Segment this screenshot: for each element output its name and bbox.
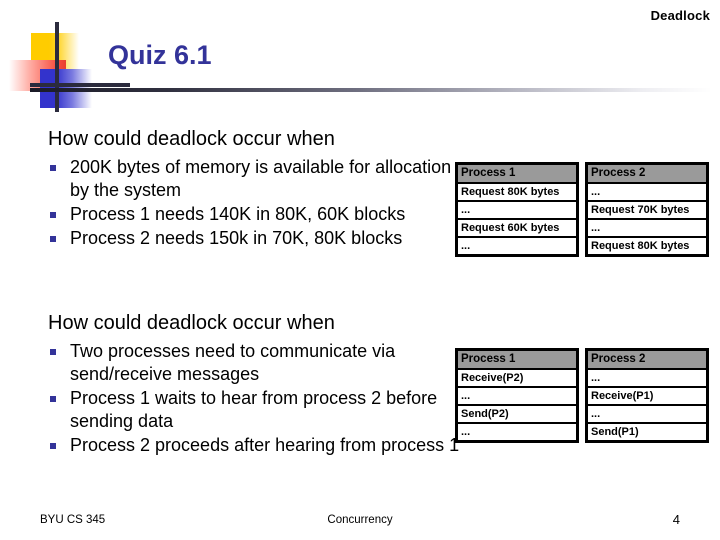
- section-1-bullet-list: 200K bytes of memory is available for al…: [48, 156, 470, 250]
- page-title: Quiz 6.1: [108, 40, 212, 70]
- table-row: ...: [458, 238, 576, 254]
- crosshair-vertical-icon: [55, 22, 59, 112]
- crosshair-horizontal-icon: [30, 83, 130, 87]
- list-item: 200K bytes of memory is available for al…: [48, 156, 470, 202]
- section-2-lead: How could deadlock occur when: [48, 312, 335, 334]
- table-row: Request 80K bytes: [458, 184, 576, 202]
- process-table-2-2: Process 2 ... Receive(P1) ... Send(P1): [585, 348, 709, 443]
- list-item: Process 1 needs 140K in 80K, 60K blocks: [48, 203, 470, 226]
- footer-page-number: 4: [672, 512, 680, 527]
- slide: Deadlock Quiz 6.1 How could deadlock occ…: [0, 0, 720, 540]
- table-row: Send(P2): [458, 406, 576, 424]
- square-bullet-icon: [50, 396, 56, 402]
- table-header-cell: Process 2: [588, 165, 706, 184]
- list-item: Process 2 needs 150k in 70K, 80K blocks: [48, 227, 470, 250]
- process-table-1-2: Process 2 ... Request 70K bytes ... Requ…: [585, 162, 709, 257]
- list-item: Process 2 proceeds after hearing from pr…: [48, 434, 470, 457]
- list-item-label: 200K bytes of memory is available for al…: [70, 157, 452, 200]
- list-item: Two processes need to communicate via se…: [48, 340, 470, 386]
- list-item-label: Two processes need to communicate via se…: [70, 341, 396, 384]
- table-row: ...: [458, 424, 576, 440]
- square-bullet-icon: [50, 443, 56, 449]
- square-bullet-icon: [50, 349, 56, 355]
- footer-topic-label: Concurrency: [327, 514, 393, 526]
- process-table-2-1: Process 1 Receive(P2) ... Send(P2) ...: [455, 348, 579, 443]
- header-topic-label: Deadlock: [650, 8, 710, 23]
- table-row: ...: [588, 184, 706, 202]
- table-row: Receive(P2): [458, 370, 576, 388]
- section-2-bullet-list: Two processes need to communicate via se…: [48, 340, 470, 457]
- table-row: ...: [588, 220, 706, 238]
- title-divider: [30, 88, 712, 92]
- list-item-label: Process 1 waits to hear from process 2 b…: [70, 388, 438, 431]
- table-row: ...: [588, 370, 706, 388]
- square-bullet-icon: [50, 236, 56, 242]
- table-row: Send(P1): [588, 424, 706, 440]
- table-row: ...: [458, 202, 576, 220]
- list-item-label: Process 1 needs 140K in 80K, 60K blocks: [70, 204, 406, 224]
- square-bullet-icon: [50, 165, 56, 171]
- table-header-cell: Process 1: [458, 351, 576, 370]
- table-header-cell: Process 2: [588, 351, 706, 370]
- table-row: ...: [458, 388, 576, 406]
- square-bullet-icon: [50, 212, 56, 218]
- list-item-label: Process 2 needs 150k in 70K, 80K blocks: [70, 228, 403, 248]
- section-1-lead: How could deadlock occur when: [48, 128, 335, 150]
- table-row: Request 60K bytes: [458, 220, 576, 238]
- process-table-1-1: Process 1 Request 80K bytes ... Request …: [455, 162, 579, 257]
- table-header-cell: Process 1: [458, 165, 576, 184]
- table-row: ...: [588, 406, 706, 424]
- table-row: Receive(P1): [588, 388, 706, 406]
- list-item: Process 1 waits to hear from process 2 b…: [48, 387, 470, 433]
- table-row: Request 70K bytes: [588, 202, 706, 220]
- content-section-2: How could deadlock occur when Two proces…: [48, 310, 470, 458]
- content-section-1: How could deadlock occur when 200K bytes…: [48, 126, 470, 251]
- list-item-label: Process 2 proceeds after hearing from pr…: [70, 435, 460, 455]
- table-row: Request 80K bytes: [588, 238, 706, 254]
